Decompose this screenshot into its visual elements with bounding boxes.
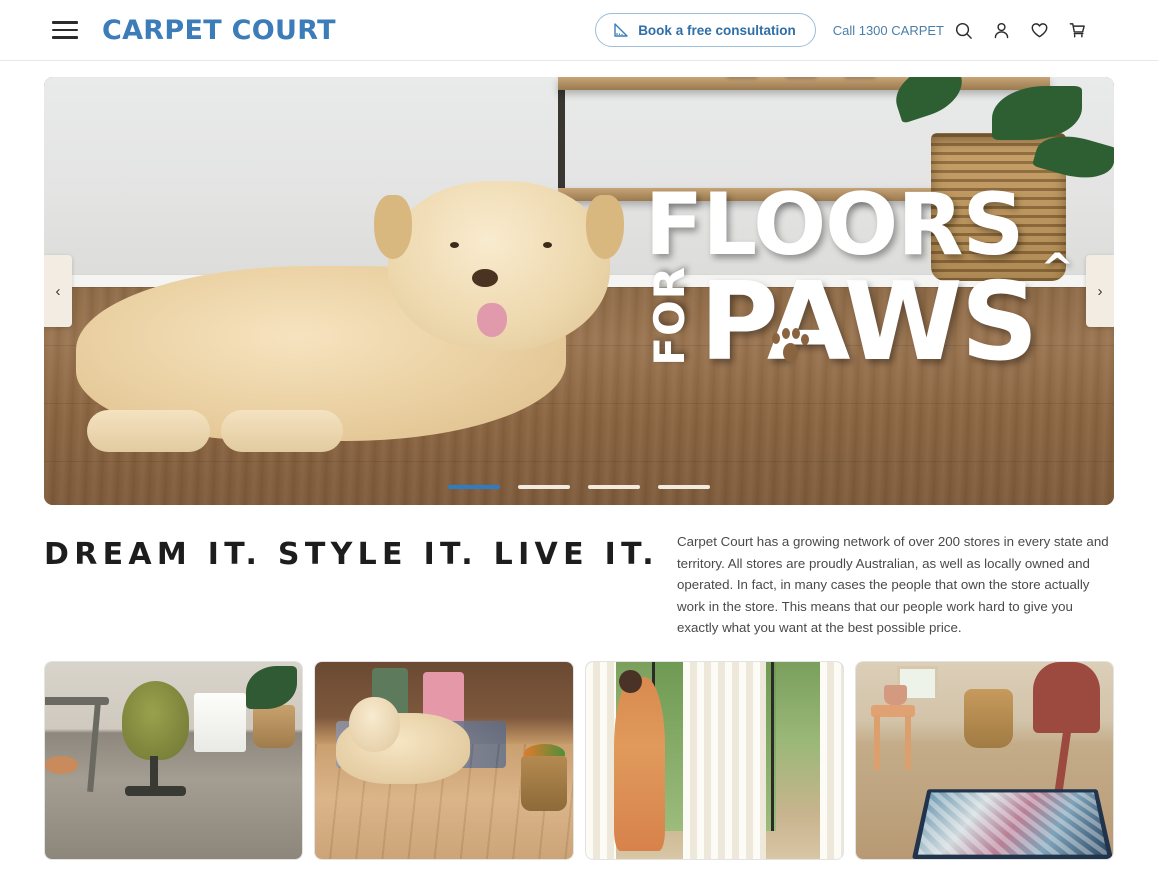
drawer-unit <box>194 693 246 753</box>
plant-pot <box>884 685 908 705</box>
hamburger-line <box>52 21 78 24</box>
intro-paragraph: Carpet Court has a growing network of ov… <box>676 534 1109 636</box>
woman-figure <box>613 677 666 851</box>
hero-image <box>44 77 1114 505</box>
category-image-curtains-blinds <box>584 660 844 860</box>
search-icon[interactable] <box>944 12 982 48</box>
stool-leg <box>873 714 881 770</box>
dog-paw <box>87 409 210 453</box>
hamburger-menu-icon[interactable] <box>52 21 78 39</box>
site-header: CARPET COURT Book a free consultation Ca… <box>0 0 1158 61</box>
hero-golden-retriever <box>76 175 632 457</box>
account-icon[interactable] <box>982 12 1020 48</box>
hamburger-line <box>52 36 78 39</box>
dog-eye <box>543 242 553 249</box>
stool-leg <box>904 714 912 770</box>
category-card-curtains-blinds[interactable]: CURTAINS & BLINDS <box>584 660 844 876</box>
curtains-room-scene <box>585 661 843 859</box>
hero-carousel-section: FLOORS FOR PAWS ^ ‹ › <box>0 61 1158 505</box>
woman-head <box>618 669 643 694</box>
category-image-flooring <box>314 660 574 860</box>
dog-paw <box>220 409 344 453</box>
desk-leg <box>87 702 102 792</box>
dog-eye <box>450 242 459 249</box>
set-square-icon <box>612 22 629 39</box>
carousel-indicator-2[interactable] <box>518 485 570 489</box>
dog-head <box>348 697 401 753</box>
cart-icon[interactable] <box>1058 12 1096 48</box>
side-stool <box>45 756 79 774</box>
category-card-flooring[interactable]: FLOORING <box>314 660 574 876</box>
window-mullion <box>770 661 774 832</box>
carousel-prev-button[interactable]: ‹ <box>44 255 72 327</box>
intro-section: DREAM IT. STYLE IT. LIVE IT. Carpet Cour… <box>0 505 1158 639</box>
dog-ear <box>374 194 413 260</box>
book-consultation-label: Book a free consultation <box>638 22 796 38</box>
dog-ear <box>585 194 624 260</box>
book-consultation-button[interactable]: Book a free consultation <box>595 13 816 47</box>
chair-leg <box>1054 728 1072 792</box>
chair-stem <box>150 756 159 790</box>
carpet-room-scene <box>45 661 303 859</box>
woven-basket <box>963 689 1013 749</box>
carousel-indicator-4[interactable] <box>658 485 710 489</box>
rugs-room-scene <box>855 661 1113 859</box>
carousel-indicator-3[interactable] <box>588 485 640 489</box>
basket <box>521 756 568 812</box>
header-actions: Book a free consultation Call 1300 CARPE… <box>595 12 1096 48</box>
shelf-plank <box>557 77 1050 90</box>
carousel-next-button[interactable]: › <box>1086 255 1114 327</box>
category-image-carpet <box>44 660 304 860</box>
category-card-rugs[interactable]: RUGS <box>854 660 1114 876</box>
dog-nose <box>472 269 499 288</box>
intro-heading: DREAM IT. STYLE IT. LIVE IT. <box>44 537 659 572</box>
call-phone-link[interactable]: Call 1300 CARPET <box>833 23 944 38</box>
office-chair <box>122 681 190 761</box>
carousel-indicators <box>448 485 710 489</box>
patterned-rug <box>912 789 1113 859</box>
hamburger-line <box>52 28 78 32</box>
dog-head <box>374 181 624 351</box>
dog-tongue <box>476 303 507 338</box>
carousel-indicator-1[interactable] <box>448 485 500 489</box>
category-card-carpet[interactable]: CARPET <box>44 660 304 876</box>
curtain-left <box>585 661 617 859</box>
red-chair <box>1033 661 1101 733</box>
plant-pot <box>253 704 295 749</box>
wishlist-heart-icon[interactable] <box>1020 12 1058 48</box>
curtain-right <box>819 661 843 859</box>
curtain-middle <box>683 661 766 859</box>
category-grid: CARPET FLOORING <box>0 639 1158 876</box>
flooring-room-scene <box>315 661 573 859</box>
chair-base <box>124 785 187 796</box>
site-logo[interactable]: CARPET COURT <box>102 15 336 46</box>
hero-carousel: FLOORS FOR PAWS ^ ‹ › <box>44 77 1114 505</box>
category-image-rugs <box>854 660 1114 860</box>
plant-leaf <box>245 665 298 709</box>
